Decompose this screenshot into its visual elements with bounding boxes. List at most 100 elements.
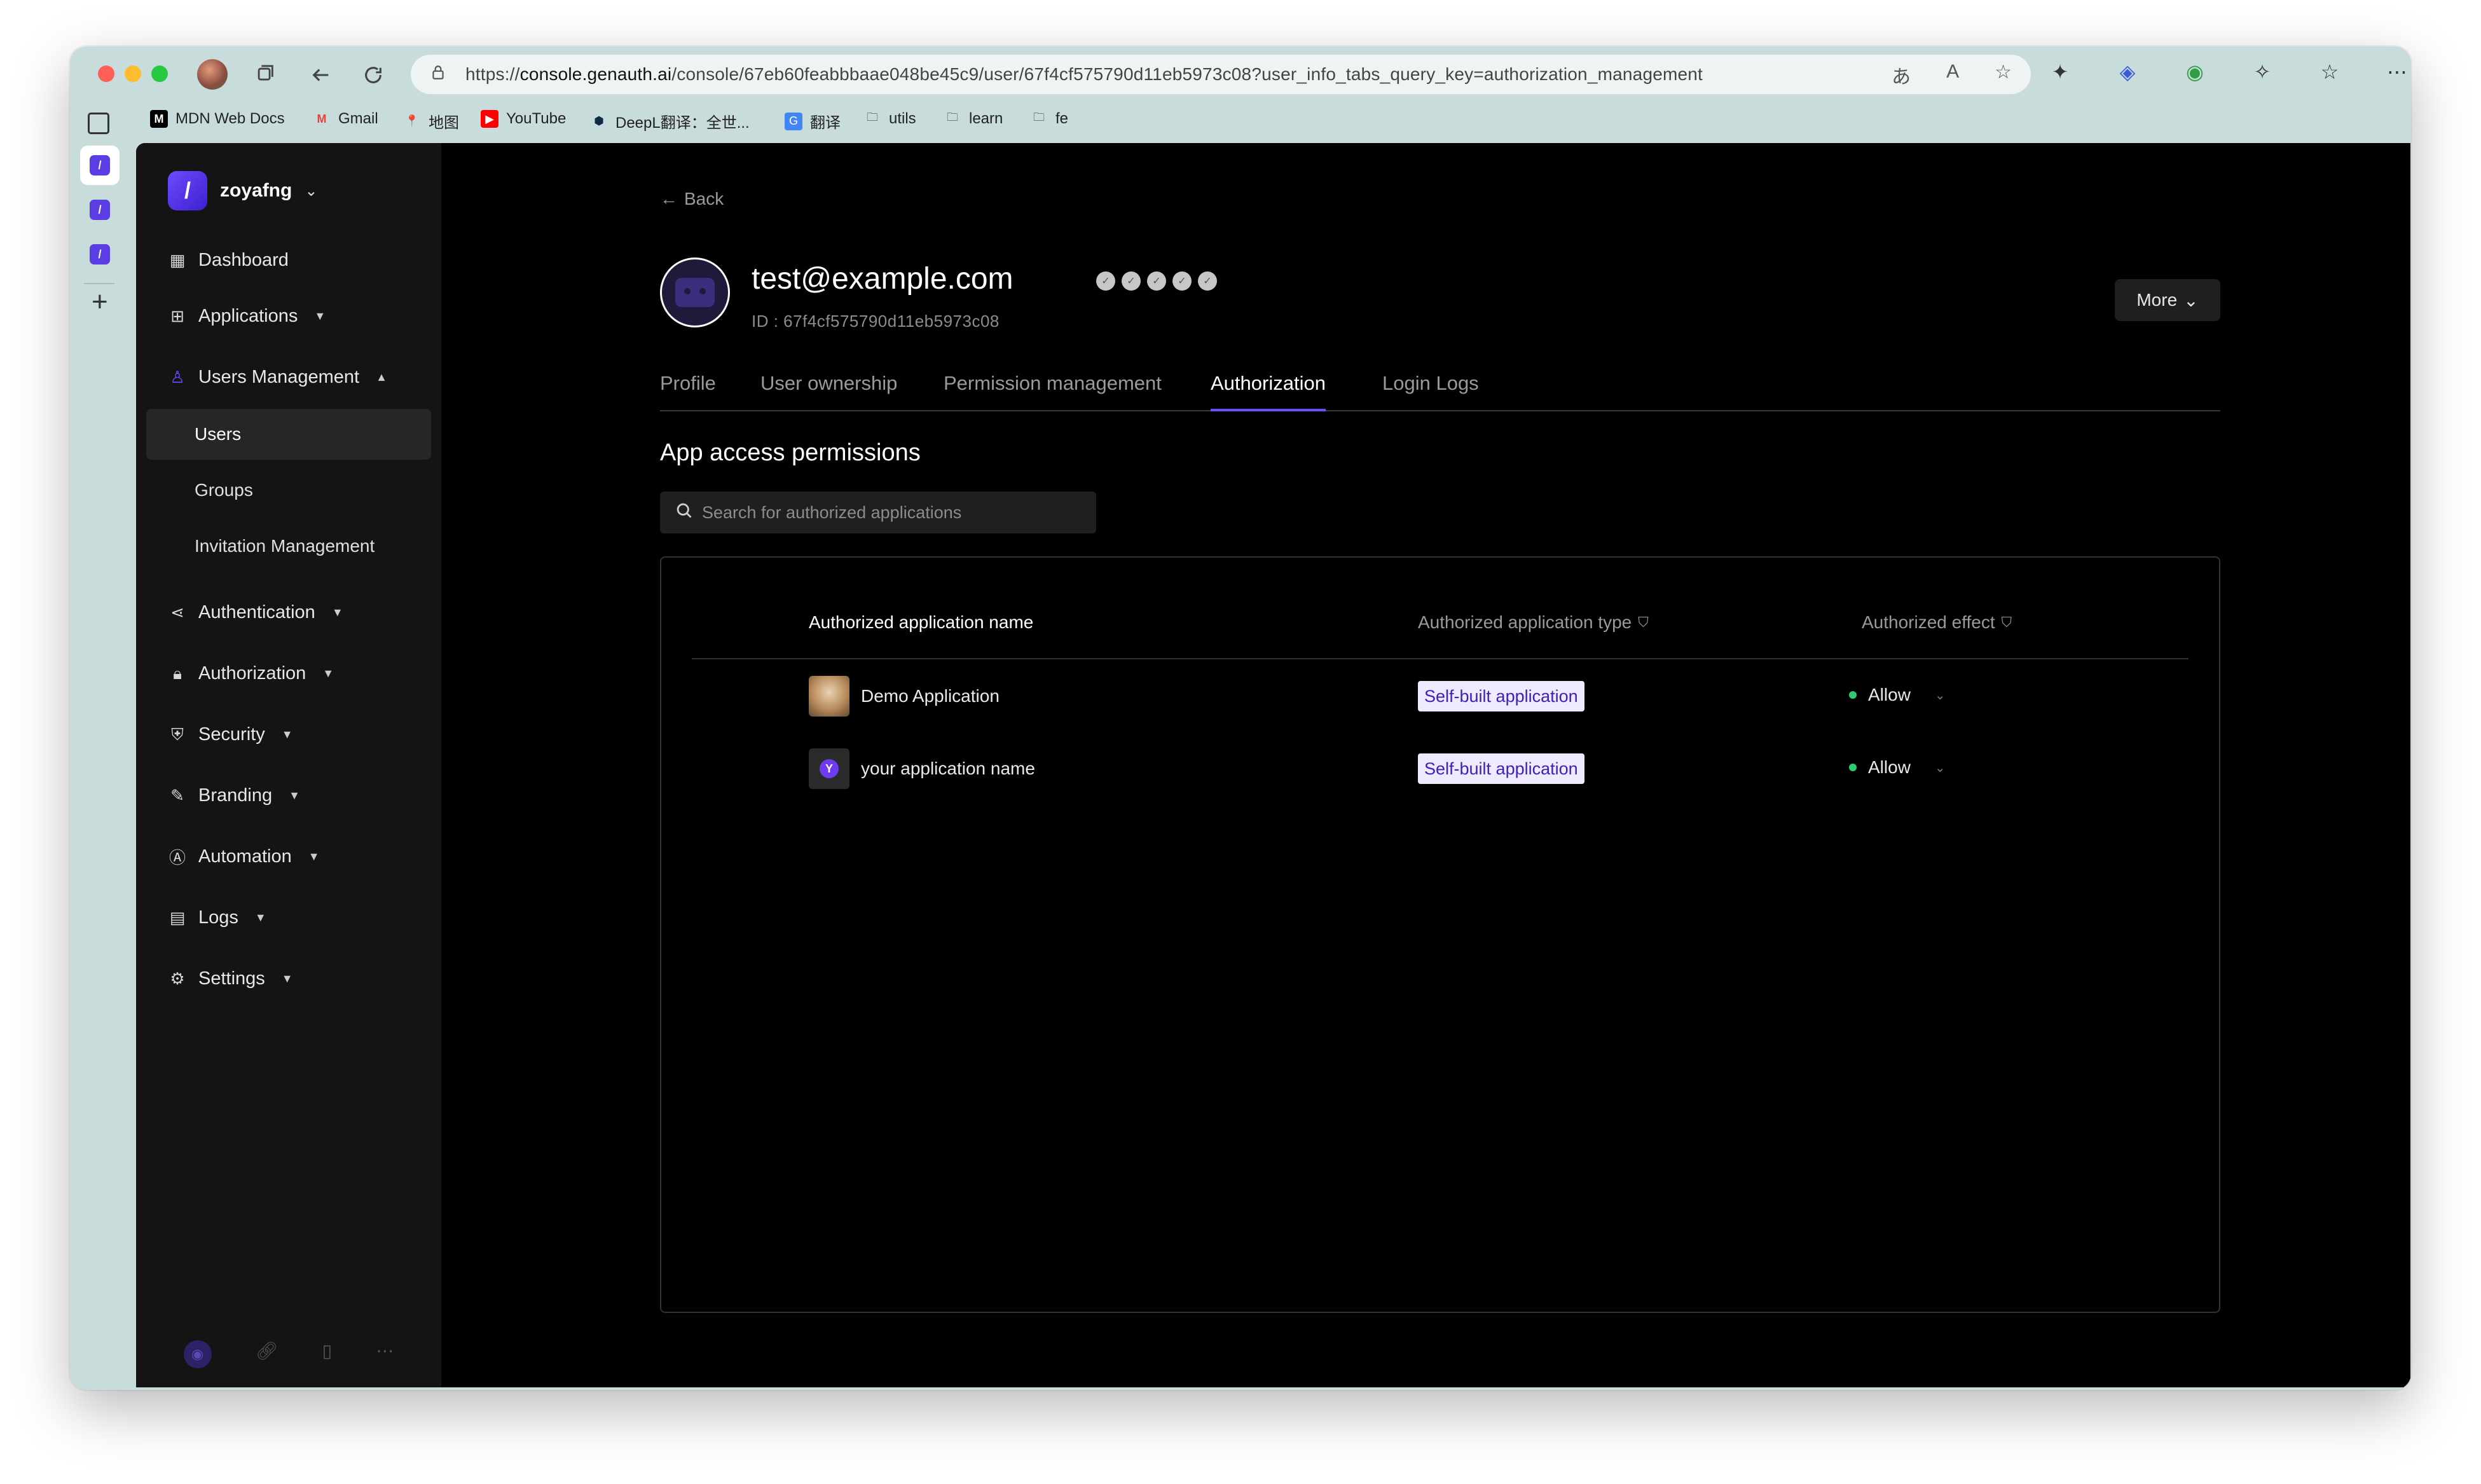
bookmark-gmail[interactable]: M Gmail	[313, 110, 378, 128]
bookmark-mdn[interactable]: M MDN Web Docs	[150, 110, 285, 128]
translate-page-icon[interactable]: あ	[1892, 61, 1911, 89]
app-name-cell: Y your application name	[809, 748, 1035, 789]
tab-actions-icon[interactable]	[249, 59, 281, 91]
sidebar-item-authorization[interactable]: 🔒︎ Authorization ▼	[168, 663, 334, 684]
tenant-switcher[interactable]: / zoyafng ⌄	[168, 171, 317, 210]
profile-avatar[interactable]	[197, 59, 228, 90]
url-text: https://console.genauth.ai/console/67eb6…	[465, 64, 1703, 84]
user-avatar	[660, 258, 730, 327]
read-aloud-icon[interactable]: A	[1946, 61, 1959, 89]
chevron-down-icon: ⌄	[305, 182, 318, 200]
book-icon[interactable]: ▯	[322, 1340, 332, 1368]
puzzle-icon[interactable]: ✧	[2250, 59, 2275, 85]
extension-icon[interactable]: ✦	[2047, 59, 2073, 85]
address-bar[interactable]: https://console.genauth.ai/console/67eb6…	[411, 55, 2031, 94]
bot-icon[interactable]: ◉	[183, 1340, 212, 1368]
sidebar-item-security[interactable]: ⛨ Security ▼	[168, 724, 293, 745]
tab-authorization[interactable]: Authorization	[1211, 372, 1326, 411]
identity-badge-icon[interactable]: ✓	[1198, 271, 1217, 291]
filter-icon[interactable]: ⛉	[1638, 614, 1649, 631]
filter-icon[interactable]: ⛉	[2002, 614, 2012, 631]
maximize-window-button[interactable]	[151, 65, 168, 82]
link-icon[interactable]: 🔗︎	[256, 1340, 278, 1368]
search-box[interactable]	[660, 491, 1096, 533]
bookmark-deepl[interactable]: ⬢ DeepL翻译：全世...	[590, 110, 750, 132]
back-arrow-icon[interactable]	[305, 59, 337, 91]
genauth-tab-icon: /	[90, 244, 110, 265]
genauth-tab-icon: /	[90, 200, 110, 220]
app-logo-icon	[809, 676, 849, 717]
app-viewport: / zoyafng ⌄ ▦ Dashboard ⊞ Applications ▼…	[136, 143, 2410, 1387]
app-type-tag: Self-built application	[1418, 681, 1584, 711]
bookmark-maps[interactable]: 📍 地图	[403, 110, 459, 132]
caret-down-icon: ▼	[314, 310, 326, 322]
new-tab-plus-icon[interactable]: +	[92, 288, 108, 316]
chevron-down-icon: ⌄	[1934, 760, 1946, 775]
tab-login-logs[interactable]: Login Logs	[1382, 372, 1479, 410]
back-link[interactable]: ← Back	[660, 189, 724, 209]
sidebar-item-settings[interactable]: ⚙ Settings ▼	[168, 968, 292, 989]
app-logo-icon: Y	[809, 748, 849, 789]
bookmark-fe[interactable]: 🗀 fe	[1030, 110, 1068, 128]
sidebar-subitem-invitation-management[interactable]: Invitation Management	[146, 521, 431, 572]
identity-badge-icon[interactable]: ✓	[1122, 271, 1141, 291]
lock-icon: 🔒︎	[173, 663, 182, 683]
sidebar-subitem-users[interactable]: Users	[146, 409, 431, 460]
reload-icon[interactable]	[357, 59, 389, 91]
user-tabs: Profile User ownership Permission manage…	[660, 372, 2220, 411]
youtube-icon: ▶	[481, 110, 498, 128]
sidebar-subitem-groups[interactable]: Groups	[146, 465, 431, 516]
column-header-effect: Authorized effect ⛉	[1862, 612, 2012, 632]
effect-select[interactable]: Allow ⌄	[1849, 757, 1946, 778]
record-extension-icon[interactable]: ◉	[2182, 59, 2208, 85]
tab-user-ownership[interactable]: User ownership	[760, 372, 897, 410]
shield-extension-icon[interactable]: ◈	[2115, 59, 2140, 85]
identity-badge-icon[interactable]: ✓	[1147, 271, 1166, 291]
brush-icon: ✎	[170, 786, 184, 805]
tab-profile[interactable]: Profile	[660, 372, 716, 410]
section-title: App access permissions	[660, 439, 921, 466]
lock-icon[interactable]	[430, 64, 455, 85]
folder-icon: 🗀	[947, 111, 958, 123]
favorites-list-icon[interactable]: ☆	[2317, 59, 2342, 85]
more-button[interactable]: More ⌄	[2115, 279, 2220, 321]
sidebar-item-dashboard[interactable]: ▦ Dashboard	[168, 250, 289, 271]
sidebar-item-users-management[interactable]: ♙ Users Management ▲	[168, 367, 387, 388]
automation-icon: Ⓐ	[168, 848, 186, 867]
identity-badge-icon[interactable]: ✓	[1096, 271, 1115, 291]
folder-icon: 🗀	[1033, 111, 1045, 123]
tenant-name: zoyafng	[220, 180, 292, 201]
sidebar-item-automation[interactable]: Ⓐ Automation ▼	[168, 846, 320, 867]
search-input[interactable]	[702, 502, 1083, 523]
more-dots-icon[interactable]: ⋯	[376, 1340, 394, 1368]
bookmark-youtube[interactable]: ▶ YouTube	[481, 110, 566, 128]
maps-icon: 📍	[404, 114, 420, 127]
bookmark-utils[interactable]: 🗀 utils	[863, 110, 916, 128]
identity-badge-icon[interactable]: ✓	[1172, 271, 1192, 291]
translate-icon: G	[785, 112, 802, 130]
minimize-window-button[interactable]	[125, 65, 141, 82]
deepl-icon: ⬢	[594, 114, 604, 127]
vertical-tab-1[interactable]: /	[80, 146, 120, 185]
vertical-tab-3[interactable]: /	[80, 235, 120, 274]
sidebar-item-applications[interactable]: ⊞ Applications ▼	[168, 306, 326, 327]
tab-permission-management[interactable]: Permission management	[944, 372, 1162, 410]
sidebar-item-authentication[interactable]: ⋖ Authentication ▼	[168, 602, 343, 623]
vertical-tabs-icon[interactable]	[88, 113, 109, 134]
dashboard-icon: ▦	[169, 251, 186, 270]
app-type-tag: Self-built application	[1418, 753, 1584, 784]
bookmark-translate[interactable]: G 翻译	[785, 110, 841, 132]
effect-select[interactable]: Allow ⌄	[1849, 685, 1946, 705]
sidebar-item-logs[interactable]: ▤ Logs ▼	[168, 907, 266, 928]
favorite-star-icon[interactable]: ☆	[1995, 61, 2012, 89]
caret-down-icon: ▼	[281, 728, 293, 741]
bookmark-learn[interactable]: 🗀 learn	[944, 110, 1003, 128]
more-menu-icon[interactable]: ⋯	[2384, 59, 2410, 85]
vertical-tab-2[interactable]: /	[80, 190, 120, 230]
tab-divider	[84, 283, 114, 284]
browser-window: https://console.genauth.ai/console/67eb6…	[70, 46, 2411, 1390]
chevron-down-icon: ⌄	[1934, 688, 1946, 703]
close-window-button[interactable]	[98, 65, 114, 82]
shield-icon: ⛨	[171, 724, 184, 744]
sidebar-item-branding[interactable]: ✎ Branding ▼	[168, 785, 300, 806]
